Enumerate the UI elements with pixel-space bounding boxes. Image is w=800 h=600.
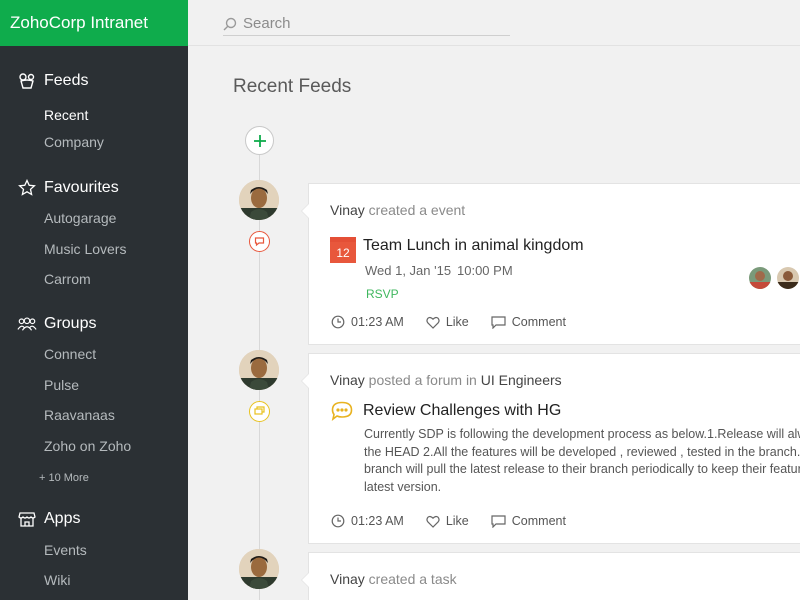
- rsvp-link[interactable]: RSVP: [366, 287, 399, 301]
- feed-body-line: latest version.: [364, 479, 442, 494]
- avatar[interactable]: [239, 549, 279, 589]
- sidebar-section-feeds[interactable]: Feeds: [0, 70, 188, 92]
- sidebar-item-autogarage[interactable]: Autogarage: [44, 210, 116, 226]
- clock-icon: [331, 315, 345, 329]
- sidebar-item-carrom[interactable]: Carrom: [44, 271, 91, 287]
- sidebar-section-groups[interactable]: Groups: [0, 313, 188, 335]
- comment-button[interactable]: Comment: [491, 315, 566, 329]
- feeds-icon: [17, 71, 37, 91]
- search-icon: [223, 17, 237, 30]
- forum-icon: [331, 401, 353, 421]
- groups-icon: [17, 314, 37, 334]
- calendar-day: 12: [330, 242, 356, 263]
- like-label: Like: [445, 514, 469, 528]
- sidebar-section-label: Apps: [44, 510, 81, 527]
- feed-header: Vinay created a event: [330, 202, 465, 218]
- timestamp: 01:23 AM: [331, 315, 404, 329]
- plus-icon: [253, 134, 266, 147]
- feed-body-line: the HEAD 2.All the features will be deve…: [364, 444, 800, 459]
- sidebar-item-events[interactable]: Events: [44, 542, 87, 558]
- store-icon: [17, 509, 37, 529]
- feed-group-link[interactable]: UI Engineers: [481, 372, 562, 388]
- sidebar: ZohoCorp Intranet Feeds Recent Company F…: [0, 0, 188, 600]
- clock-icon: [331, 514, 345, 528]
- feed-body: Currently SDP is following the developme…: [364, 426, 800, 496]
- feed-user[interactable]: Vinay: [330, 202, 365, 218]
- sidebar-section-label: Feeds: [44, 72, 89, 89]
- calendar-icon: 12: [330, 237, 356, 263]
- participants: [743, 267, 799, 289]
- sidebar-item-wiki[interactable]: Wiki: [44, 572, 70, 588]
- feed-action: posted a forum in: [368, 372, 477, 388]
- sidebar-item-zoho-on-zoho[interactable]: Zoho on Zoho: [44, 438, 131, 454]
- feed-header: Vinay created a task: [330, 571, 457, 587]
- feed-actions: 01:23 AM Like Comment: [331, 315, 588, 329]
- feed-body-line: Currently SDP is following the developme…: [364, 427, 800, 441]
- event-type-icon: [249, 231, 270, 252]
- feed-card: Vinay created a task: [301, 552, 800, 600]
- comment-label: Comment: [511, 514, 566, 528]
- add-post-button[interactable]: [245, 126, 274, 155]
- feed-user[interactable]: Vinay: [330, 372, 365, 388]
- avatar[interactable]: [749, 267, 771, 289]
- feed-user[interactable]: Vinay: [330, 571, 365, 587]
- heart-icon: [426, 316, 440, 329]
- sidebar-section-favourites[interactable]: Favourites: [0, 177, 188, 199]
- event-date: Wed 1, Jan '15: [365, 263, 452, 278]
- sidebar-item-company[interactable]: Company: [44, 134, 104, 150]
- timestamp-label: 01:23 AM: [351, 514, 404, 528]
- search-box[interactable]: [223, 12, 510, 36]
- feed-actions: 01:23 AM Like Comment: [331, 514, 588, 528]
- sidebar-item-music-lovers[interactable]: Music Lovers: [44, 241, 126, 257]
- heart-icon: [426, 515, 440, 528]
- sidebar-section-label: Favourites: [44, 179, 119, 196]
- sidebar-section-apps[interactable]: Apps: [0, 508, 188, 530]
- sidebar-item-connect[interactable]: Connect: [44, 346, 96, 362]
- feed-card: Vinay created a event 12 Team Lunch in a…: [301, 183, 800, 345]
- sidebar-item-pulse[interactable]: Pulse: [44, 377, 79, 393]
- forum-type-icon: [249, 401, 270, 422]
- sidebar-section-label: Groups: [44, 315, 97, 332]
- sidebar-item-raavanaas[interactable]: Raavanaas: [44, 407, 115, 423]
- avatar[interactable]: [239, 350, 279, 390]
- timestamp: 01:23 AM: [331, 514, 404, 528]
- feed-card: Vinay posted a forum in UI Engineers Rev…: [301, 353, 800, 544]
- top-bar: [188, 0, 800, 46]
- timestamp-label: 01:23 AM: [351, 315, 404, 329]
- search-input[interactable]: [243, 15, 493, 32]
- like-label: Like: [445, 315, 469, 329]
- feed-action: created a task: [368, 571, 457, 587]
- feed-action: created a event: [368, 202, 466, 218]
- feed-title[interactable]: Review Challenges with HG: [363, 402, 561, 420]
- avatar[interactable]: [777, 267, 799, 289]
- sidebar-item-recent[interactable]: Recent: [44, 107, 88, 123]
- event-time: 10:00 PM: [457, 263, 513, 278]
- feed-header: Vinay posted a forum in UI Engineers: [330, 372, 562, 388]
- like-button[interactable]: Like: [426, 315, 469, 329]
- comment-icon: [491, 315, 506, 329]
- feed-title[interactable]: Team Lunch in animal kingdom: [363, 237, 584, 255]
- feed-body-line: branch will pull the latest release to t…: [364, 462, 800, 476]
- page-title: Recent Feeds: [233, 76, 352, 97]
- sidebar-more-groups[interactable]: + 10 More: [39, 472, 89, 484]
- like-button[interactable]: Like: [426, 514, 469, 528]
- comment-icon: [491, 514, 506, 528]
- star-icon: [17, 178, 37, 198]
- avatar[interactable]: [239, 180, 279, 220]
- comment-button[interactable]: Comment: [491, 514, 566, 528]
- app-title[interactable]: ZohoCorp Intranet: [0, 0, 188, 46]
- comment-label: Comment: [511, 315, 566, 329]
